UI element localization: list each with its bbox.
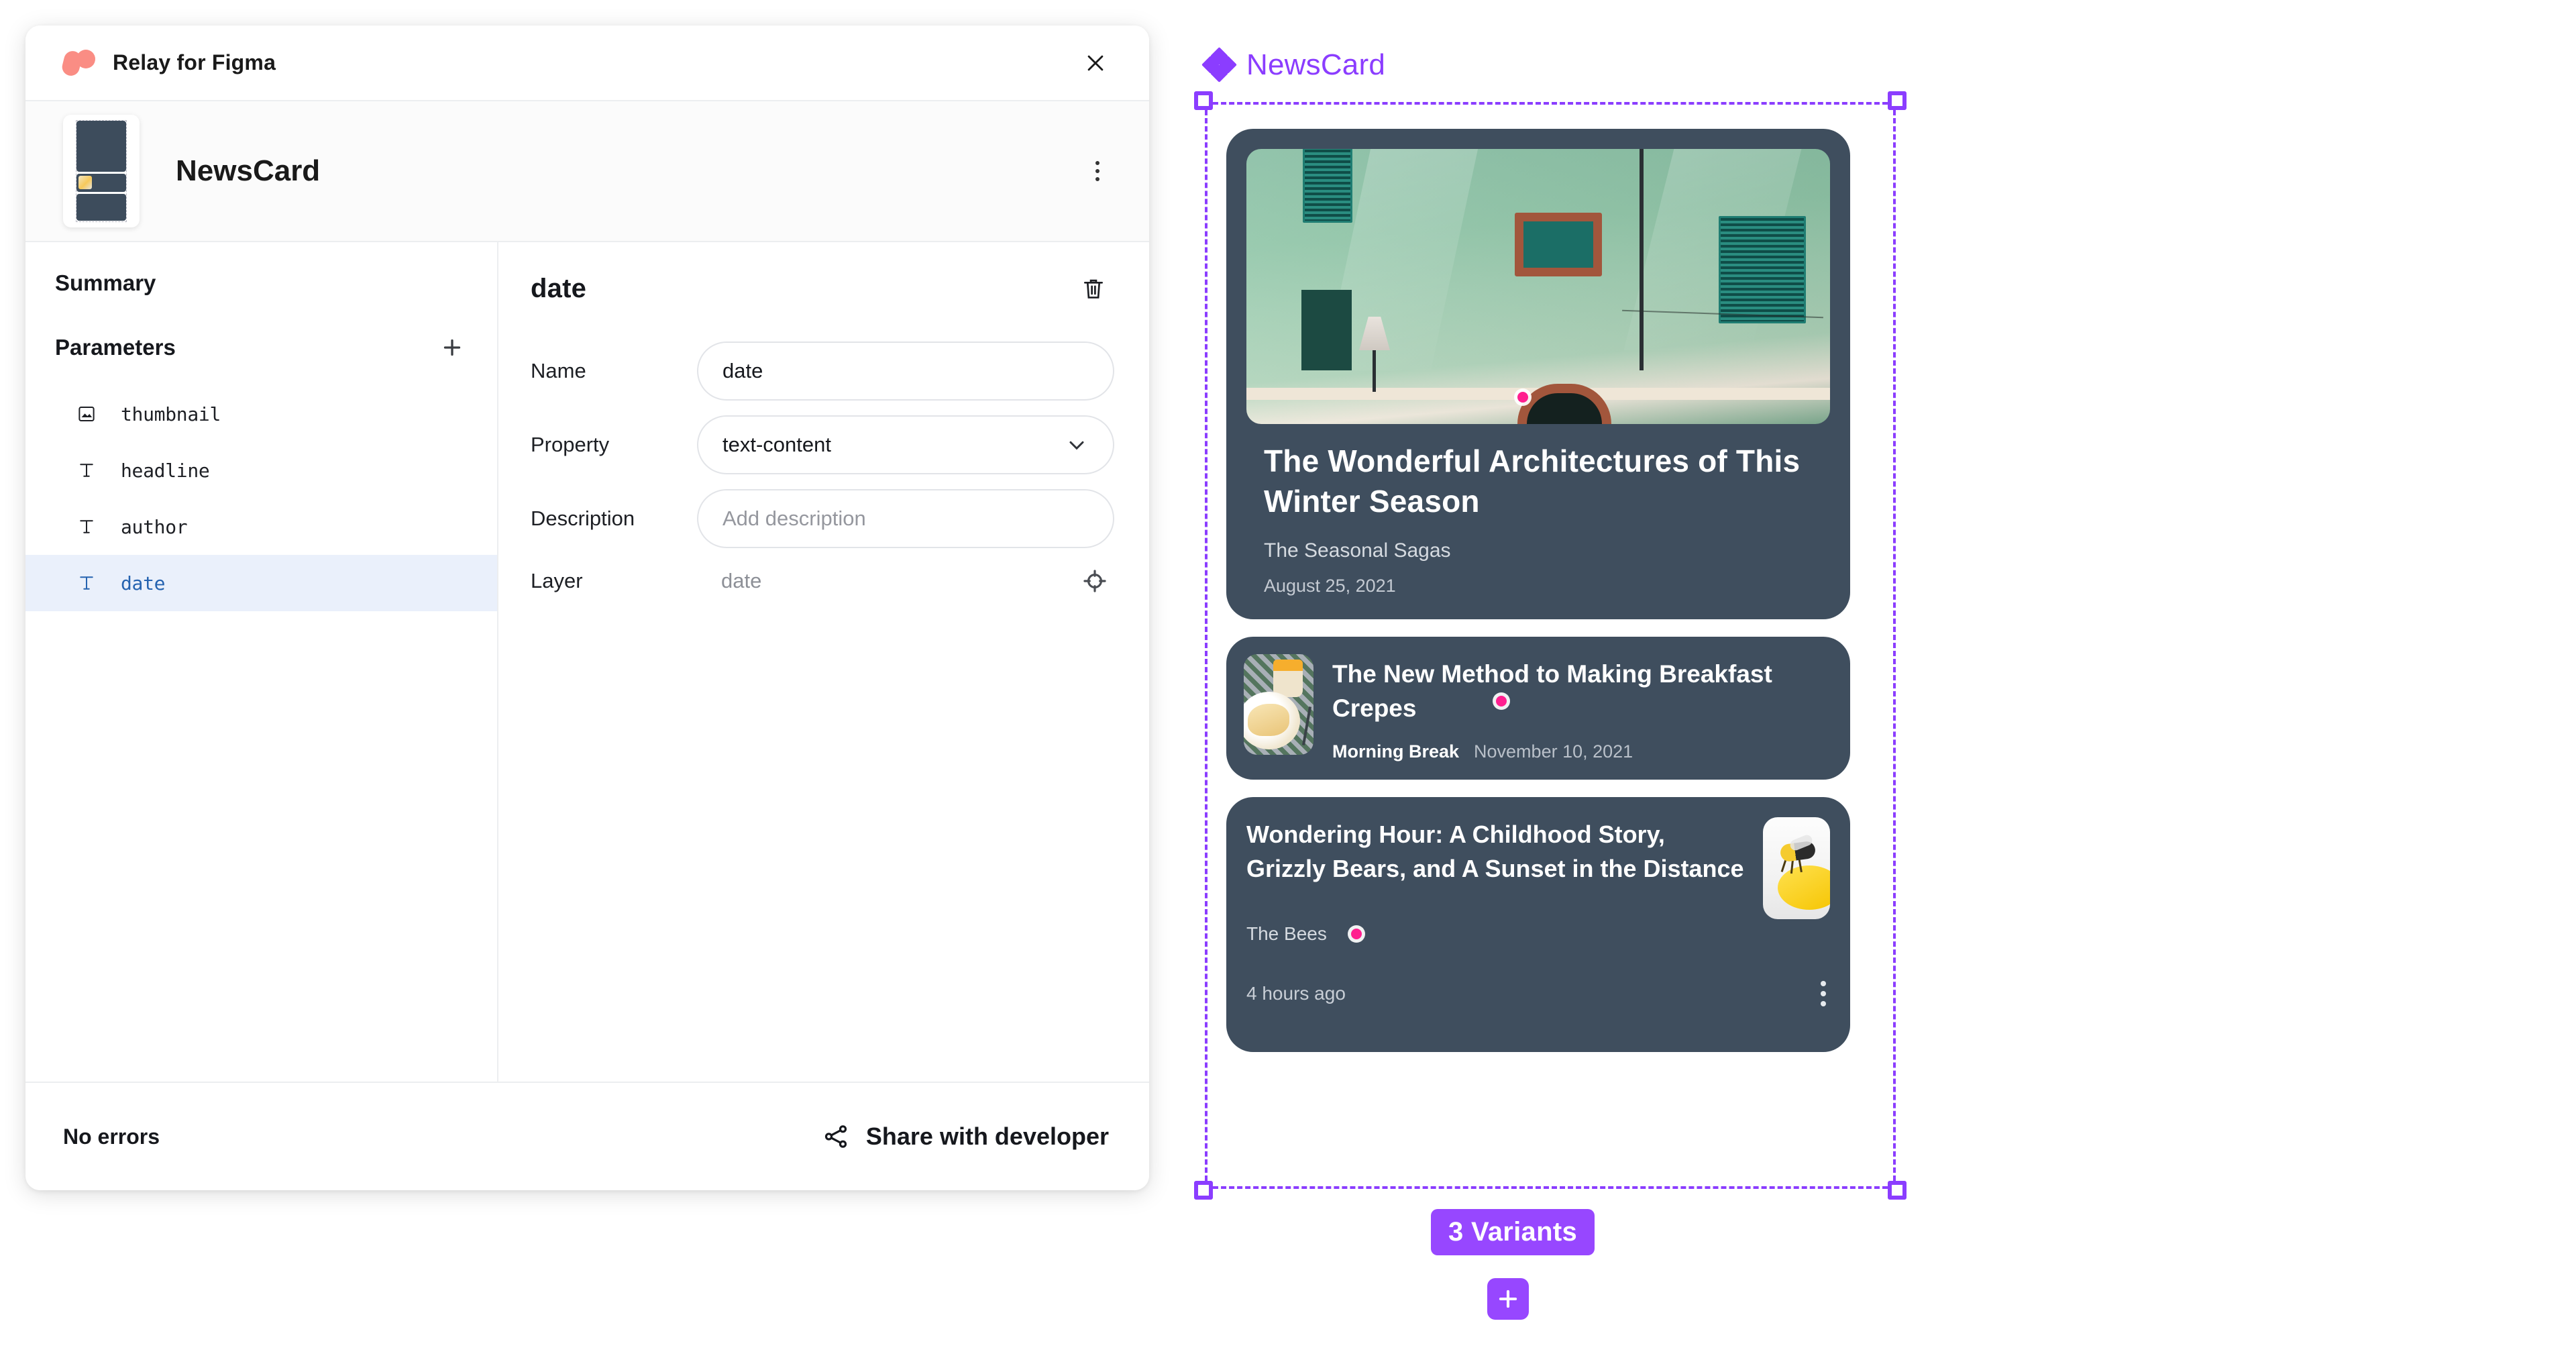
parameters-sidebar: Summary Parameters thumbnail headline au…	[25, 242, 498, 1082]
card-date: 4 hours ago	[1246, 982, 1346, 1004]
card-headline: The New Method to Making Breakfast Crepe…	[1332, 660, 1772, 722]
card-date: August 25, 2021	[1264, 575, 1396, 596]
component-thumbnail	[63, 115, 140, 227]
card-author: The Bees	[1246, 923, 1327, 944]
annotation-dot	[1351, 928, 1362, 939]
card-headline: Wondering Hour: A Childhood Story, Grizz…	[1246, 820, 1744, 882]
status-badge: No errors	[63, 1124, 160, 1149]
parameter-label: date	[121, 572, 166, 594]
image-icon	[76, 404, 111, 424]
card-thumbnail-medium	[1763, 817, 1830, 919]
text-icon	[76, 460, 111, 480]
share-icon	[824, 1125, 847, 1148]
newscard-large[interactable]: The Wonderful Architectures of This Wint…	[1226, 129, 1850, 619]
description-placeholder: Add description	[722, 507, 866, 530]
card-meta: Morning Break November 10, 2021	[1332, 741, 1833, 762]
card-date: November 10, 2021	[1474, 741, 1633, 762]
parameter-row-headline[interactable]: headline	[25, 442, 497, 499]
plugin-body: Summary Parameters thumbnail headline au…	[25, 242, 1149, 1083]
card-headline: The Wonderful Architectures of This Wint…	[1264, 443, 1801, 519]
field-layer: Layer date	[531, 558, 1114, 605]
relay-plugin-panel: Relay for Figma NewsCard Summary Paramet…	[25, 25, 1149, 1190]
layer-value: date	[721, 569, 762, 592]
detail-header: date	[531, 258, 1114, 309]
layer-label: Layer	[531, 569, 583, 592]
share-with-developer-button[interactable]: Share with developer	[822, 1122, 1109, 1151]
card-body-medium: Wondering Hour: A Childhood Story, Grizz…	[1246, 817, 1746, 945]
resize-handle-top-left[interactable]	[1194, 91, 1213, 110]
card-top-medium: Wondering Hour: A Childhood Story, Grizz…	[1246, 817, 1830, 945]
plugin-titlebar: Relay for Figma	[25, 25, 1149, 101]
parameters-label: Parameters	[55, 335, 176, 360]
property-label: Property	[531, 433, 610, 456]
parameters-section-header: Parameters	[25, 317, 497, 378]
parameter-detail-panel: date Name date Property text-content Des…	[498, 242, 1149, 1082]
variants-badge[interactable]: 3 Variants	[1431, 1209, 1595, 1255]
property-select[interactable]: text-content	[697, 415, 1114, 474]
card-thumbnail-large	[1246, 149, 1830, 424]
text-icon	[76, 517, 111, 537]
parameter-row-date[interactable]: date	[25, 555, 497, 611]
screen-root: Relay for Figma NewsCard Summary Paramet…	[0, 0, 2576, 1362]
field-property: Property text-content	[531, 415, 1114, 474]
more-vertical-icon[interactable]	[1821, 980, 1830, 1006]
relay-logo-icon	[60, 48, 98, 78]
card-author: The Seasonal Sagas	[1264, 539, 1451, 562]
name-label: Name	[531, 359, 586, 382]
parameter-label: author	[121, 515, 188, 538]
plus-icon	[1499, 1290, 1517, 1308]
card-body-compact: The New Method to Making Breakfast Crepe…	[1332, 654, 1833, 762]
component-name: NewsCard	[176, 154, 321, 187]
name-input[interactable]: date	[697, 342, 1114, 401]
summary-label: Summary	[55, 270, 156, 295]
component-set-diamond-icon	[1201, 47, 1237, 83]
resize-handle-top-right[interactable]	[1888, 91, 1907, 110]
trash-icon[interactable]	[1073, 268, 1114, 309]
newscard-compact[interactable]: The New Method to Making Breakfast Crepe…	[1226, 636, 1850, 780]
description-input[interactable]: Add description	[697, 489, 1114, 548]
close-icon[interactable]	[1074, 42, 1117, 85]
parameter-label: headline	[121, 459, 210, 482]
annotation-dot	[1517, 392, 1528, 403]
property-selected-value: text-content	[722, 433, 831, 456]
field-name: Name date	[531, 342, 1114, 401]
summary-section-header[interactable]: Summary	[25, 258, 497, 308]
target-icon[interactable]	[1075, 562, 1114, 600]
description-label: Description	[531, 507, 635, 530]
parameter-label: thumbnail	[121, 403, 221, 425]
annotation-dot	[1496, 695, 1507, 706]
card-author: Morning Break	[1332, 741, 1460, 762]
card-thumbnail-compact	[1244, 653, 1313, 755]
text-icon	[76, 573, 111, 593]
parameter-row-thumbnail[interactable]: thumbnail	[25, 386, 497, 442]
resize-handle-bottom-left[interactable]	[1194, 1181, 1213, 1200]
more-vertical-icon[interactable]	[1078, 152, 1117, 191]
share-label: Share with developer	[865, 1122, 1109, 1150]
figma-canvas: NewsCard The Wonderful Architectures of …	[1181, 0, 2576, 1362]
detail-title: date	[531, 273, 587, 303]
component-set-label-row[interactable]: NewsCard	[1201, 47, 1385, 83]
plugin-title: Relay for Figma	[113, 50, 276, 74]
plugin-footer: No errors Share with developer	[25, 1083, 1149, 1190]
add-variant-button[interactable]	[1487, 1278, 1529, 1320]
newscard-variants: The Wonderful Architectures of This Wint…	[1226, 129, 1850, 1052]
parameter-row-author[interactable]: author	[25, 499, 497, 555]
resize-handle-bottom-right[interactable]	[1888, 1181, 1907, 1200]
field-description: Description Add description	[531, 489, 1114, 548]
newscard-medium[interactable]: Wondering Hour: A Childhood Story, Grizz…	[1226, 796, 1850, 1052]
card-bottom-medium: 4 hours ago	[1246, 980, 1830, 1006]
parameter-list: thumbnail headline author date	[25, 386, 497, 611]
add-parameter-button[interactable]	[434, 329, 470, 366]
detail-fields: Name date Property text-content Descript…	[531, 342, 1114, 548]
card-body-large: The Wonderful Architectures of This Wint…	[1246, 424, 1830, 619]
component-header: NewsCard	[25, 101, 1149, 242]
chevron-down-icon	[1069, 441, 1084, 450]
component-set-label: NewsCard	[1246, 48, 1385, 81]
